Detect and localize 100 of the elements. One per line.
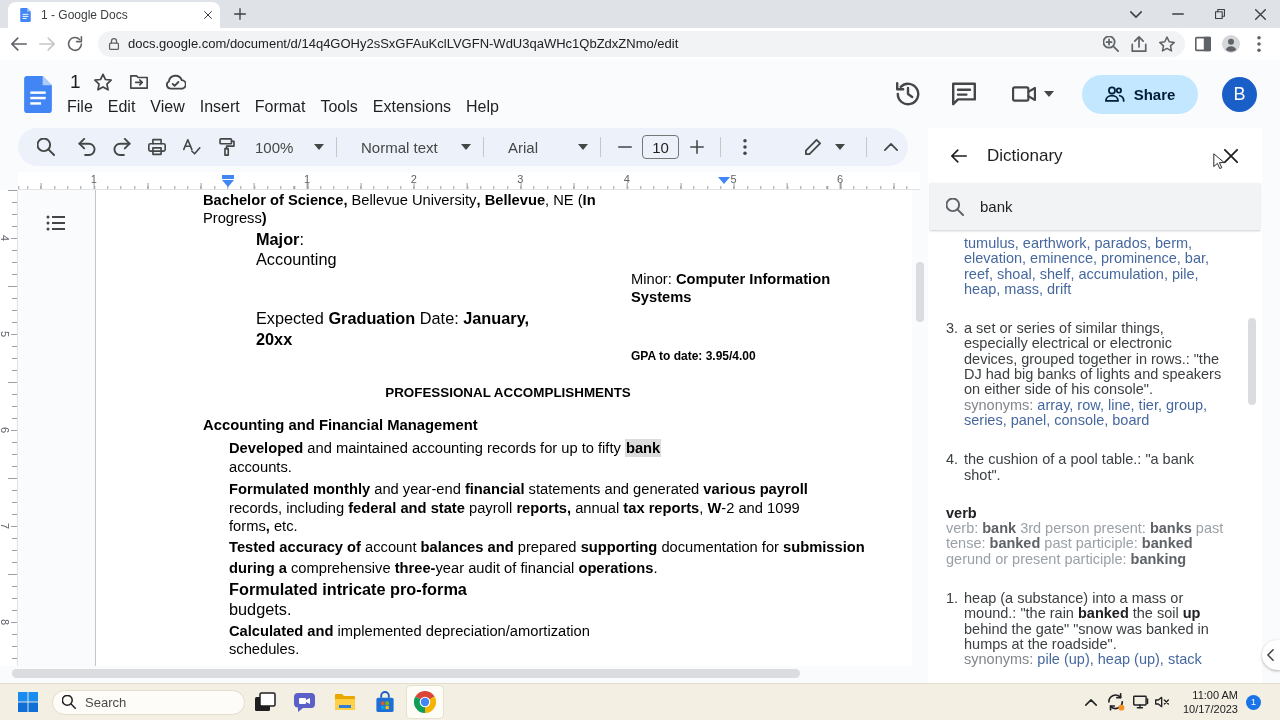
ruler-number: 5 bbox=[0, 330, 12, 338]
collapse-panel-button[interactable] bbox=[1262, 640, 1280, 670]
clock-time[interactable]: 11:00 AM bbox=[1192, 688, 1238, 702]
folder-icon bbox=[334, 691, 356, 713]
font-dropdown[interactable]: Arial bbox=[496, 132, 594, 162]
menu-item[interactable]: Edit bbox=[100, 95, 143, 118]
scrollbar-thumb[interactable] bbox=[12, 669, 800, 678]
print-icon[interactable] bbox=[147, 138, 166, 156]
list-item-text: Calculated and implemented depreciation/amortization schedules. bbox=[229, 621, 591, 659]
synonyms-line: synonyms: array, row, line, tier, group, series, panel, console, board bbox=[964, 397, 1209, 429]
definition-text: heap (a substance) into a mass or mound.: "the rain banked the soil up behind the gate" "snow was banked in humps at the roadside". bbox=[964, 591, 1210, 653]
dictionary-search-field[interactable]: bank bbox=[930, 183, 1260, 230]
menu-item[interactable]: Tools bbox=[313, 95, 365, 118]
browser-icon bbox=[414, 691, 436, 713]
browser-tab[interactable]: 1 - Google Docs bbox=[8, 2, 220, 28]
star-icon[interactable] bbox=[1159, 36, 1175, 52]
profile-avatar-icon[interactable] bbox=[1222, 35, 1240, 53]
document-text: GPA to date: 3.95/4.00 bbox=[631, 350, 757, 363]
document-text: Major: bbox=[256, 229, 305, 249]
menu-item[interactable]: Extensions bbox=[365, 95, 459, 118]
side-panel-icon[interactable] bbox=[1195, 36, 1211, 52]
share-button[interactable]: Share bbox=[1082, 74, 1198, 114]
definition-text: the cushion of a pool table.: "a bank shot". bbox=[964, 452, 1196, 483]
plus-icon[interactable] bbox=[689, 140, 704, 154]
shopping-bag-icon bbox=[374, 691, 396, 713]
synonyms-text: tumulus, earthwork, parados, berm, elevation, eminence, prominence, bar, reef, shoal, shelf, accumulation, pile, heap, mass, drift bbox=[964, 236, 1211, 298]
scrollbar-thumb[interactable] bbox=[1248, 318, 1256, 405]
account-avatar[interactable]: B bbox=[1222, 76, 1257, 112]
address-bar[interactable]: docs.google.com/document/d/14q4GOHy2sSxGFAuKclLVGFN-WdU3qaWHc1QbZdxZNmo/edit bbox=[98, 31, 1185, 57]
scrollbar-thumb[interactable] bbox=[916, 262, 924, 322]
indent-marker[interactable] bbox=[718, 177, 730, 184]
caret-icon[interactable] bbox=[1044, 91, 1054, 97]
sync-icon[interactable] bbox=[1106, 693, 1125, 711]
list-item-text: Formulated intricate pro-forma budgets. bbox=[229, 578, 468, 619]
caret-icon bbox=[461, 144, 471, 150]
chevron-down-icon[interactable] bbox=[1130, 10, 1142, 18]
reload-icon[interactable] bbox=[67, 36, 83, 52]
muted-speaker-icon[interactable] bbox=[1154, 695, 1169, 709]
comment-icon[interactable] bbox=[952, 82, 976, 106]
list-item-text: Developed and maintained accounting records for up to fifty bank accounts. bbox=[229, 439, 663, 477]
menu-item[interactable]: Help bbox=[459, 95, 506, 118]
vertical-dots-icon[interactable] bbox=[742, 139, 747, 155]
list-item-text: Formulated monthly and year-end financial statements and generated various payroll records, including federal and state payroll reports, annual tax reports, W-2 and 1099 forms, etc. bbox=[229, 480, 809, 536]
close-icon[interactable] bbox=[204, 11, 212, 19]
document-text: Bachelor of Science, Bellevue University, Bellevue, NE (In Progress) bbox=[203, 191, 597, 227]
undo-icon[interactable] bbox=[77, 138, 96, 156]
back-arrow-icon[interactable] bbox=[11, 36, 27, 52]
document-logo-icon[interactable] bbox=[24, 75, 52, 113]
notification-badge[interactable]: 1 bbox=[1246, 694, 1261, 710]
menu-dots-icon[interactable] bbox=[1257, 36, 1261, 52]
share-icon[interactable] bbox=[1131, 36, 1147, 52]
ruler-number: 1 bbox=[304, 173, 311, 185]
chevron-up-icon[interactable] bbox=[883, 143, 898, 151]
document-text: Minor: Computer Information Systems bbox=[631, 270, 832, 306]
task-view-icon bbox=[254, 691, 276, 713]
redo-icon[interactable] bbox=[112, 138, 131, 156]
menu-item[interactable]: Format bbox=[247, 95, 313, 118]
video-camera-icon[interactable] bbox=[1012, 86, 1036, 102]
menu-item[interactable]: View bbox=[143, 95, 192, 118]
close-icon[interactable] bbox=[1224, 148, 1238, 163]
star-icon[interactable] bbox=[93, 72, 112, 91]
ruler-number: 2 bbox=[410, 173, 417, 185]
menu-item[interactable]: File bbox=[60, 95, 100, 118]
chevron-up-icon[interactable] bbox=[1084, 698, 1097, 706]
zoom-in-icon[interactable] bbox=[1103, 36, 1119, 52]
start-icon[interactable] bbox=[18, 692, 38, 712]
document-title[interactable]: 1 bbox=[67, 70, 84, 93]
folder-arrow-icon[interactable] bbox=[129, 72, 148, 91]
close-icon[interactable] bbox=[1255, 8, 1266, 20]
clock-date[interactable]: 10/17/2023 bbox=[1182, 702, 1238, 716]
search-icon[interactable] bbox=[36, 138, 55, 156]
search-icon bbox=[946, 197, 964, 216]
minus-icon[interactable] bbox=[617, 146, 632, 148]
spellcheck-icon[interactable] bbox=[182, 138, 201, 156]
monitor-icon[interactable] bbox=[1132, 694, 1149, 710]
subheading: Accounting and Financial Management bbox=[203, 416, 479, 434]
paragraph-style-dropdown[interactable]: Normal text bbox=[349, 132, 477, 162]
history-icon[interactable] bbox=[896, 82, 920, 106]
indent-marker[interactable] bbox=[222, 175, 234, 187]
taskbar-search-field[interactable]: Search bbox=[52, 689, 245, 715]
font-size-field[interactable]: 10 bbox=[642, 135, 679, 159]
ruler-number: 4 bbox=[623, 173, 630, 185]
restore-icon[interactable] bbox=[1215, 9, 1225, 19]
selection-highlight: bank bbox=[624, 439, 662, 457]
definition-number: 4. bbox=[946, 452, 960, 470]
document-icon bbox=[20, 8, 31, 22]
caret-icon bbox=[314, 144, 324, 150]
pencil-icon[interactable] bbox=[804, 139, 821, 155]
caret-icon[interactable] bbox=[835, 144, 845, 150]
bulleted-list-icon[interactable] bbox=[46, 215, 66, 231]
word-forms-text: verb: bank 3rd person present: banks past tense: banked past participle: banked gerund or present participle: banking bbox=[946, 521, 1224, 568]
ruler-number: 6 bbox=[0, 426, 12, 434]
list-item-text: Tested accuracy of account balances and prepared supporting documentation for submission during a comprehensive three-year audit of financial operations. bbox=[229, 537, 866, 578]
zoom-dropdown[interactable]: 100% bbox=[246, 132, 330, 162]
paint-roller-icon[interactable] bbox=[217, 138, 236, 156]
lock-icon bbox=[108, 38, 120, 50]
back-arrow-icon[interactable] bbox=[951, 147, 967, 164]
menu-item[interactable]: Insert bbox=[192, 95, 247, 118]
plus-icon[interactable] bbox=[234, 8, 246, 20]
panel-title: Dictionary bbox=[987, 145, 1063, 166]
